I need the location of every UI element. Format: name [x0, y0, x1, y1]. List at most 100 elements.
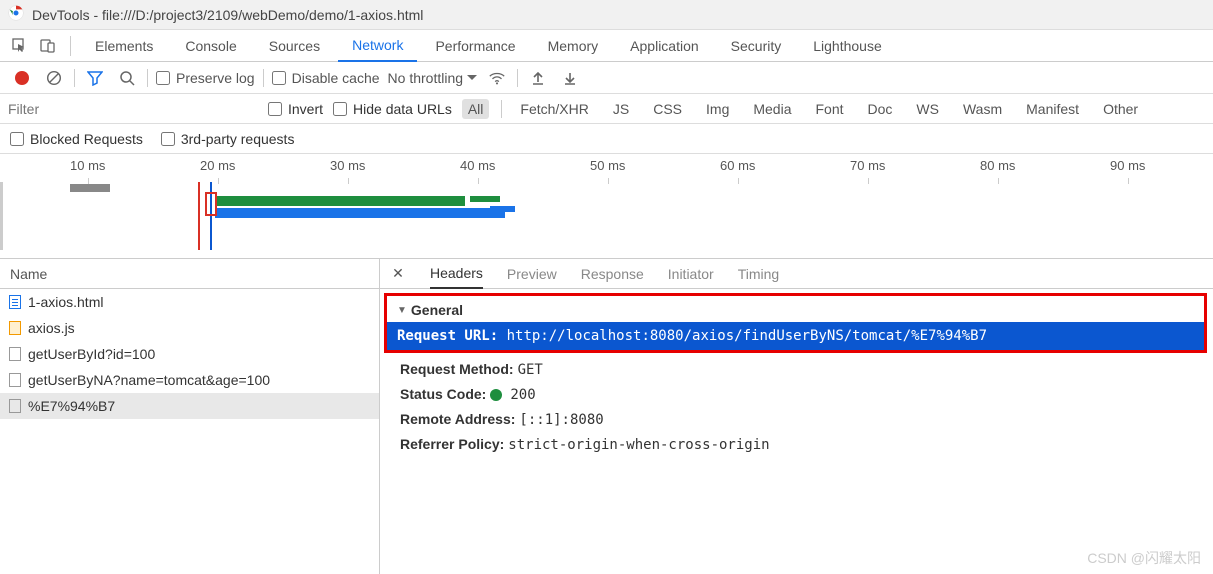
disable-cache-checkbox[interactable]: Disable cache: [272, 70, 380, 86]
filter-img[interactable]: Img: [700, 99, 735, 119]
upload-icon[interactable]: [526, 66, 550, 90]
tick-60: 60 ms: [720, 158, 755, 173]
tick-40: 40 ms: [460, 158, 495, 173]
filter-icon[interactable]: [83, 66, 107, 90]
third-party-checkbox[interactable]: 3rd-party requests: [161, 131, 295, 147]
filter-media[interactable]: Media: [747, 99, 797, 119]
status-code-row: Status Code: 200: [380, 382, 1213, 407]
filter-wasm[interactable]: Wasm: [957, 99, 1008, 119]
main-tabs: Elements Console Sources Network Perform…: [0, 30, 1213, 62]
tab-preview[interactable]: Preview: [507, 259, 557, 289]
request-list-header[interactable]: Name: [0, 259, 379, 289]
tab-sources[interactable]: Sources: [255, 30, 334, 62]
referrer-policy-row: Referrer Policy:strict-origin-when-cross…: [380, 432, 1213, 457]
download-icon[interactable]: [558, 66, 582, 90]
invert-label: Invert: [288, 101, 323, 117]
tick-70: 70 ms: [850, 158, 885, 173]
detail-body: ▼General Request URL: http://localhost:8…: [380, 289, 1213, 457]
request-row[interactable]: getUserByNA?name=tomcat&age=100: [0, 367, 379, 393]
separator: [70, 36, 71, 56]
file-icon: [8, 295, 22, 309]
separator: [74, 69, 75, 87]
file-icon: [8, 373, 22, 387]
tab-performance[interactable]: Performance: [421, 30, 529, 62]
request-name: getUserByNA?name=tomcat&age=100: [28, 372, 270, 388]
separator: [501, 100, 502, 118]
status-label: Status Code:: [400, 386, 486, 402]
tick-30: 30 ms: [330, 158, 365, 173]
tab-memory[interactable]: Memory: [534, 30, 613, 62]
filter-ws[interactable]: WS: [910, 99, 945, 119]
filter-other[interactable]: Other: [1097, 99, 1144, 119]
tab-network[interactable]: Network: [338, 30, 417, 62]
filter-fetch-xhr[interactable]: Fetch/XHR: [514, 99, 594, 119]
window-title: DevTools - file:///D:/project3/2109/webD…: [32, 7, 423, 23]
referrer-label: Referrer Policy:: [400, 436, 504, 452]
record-icon[interactable]: [10, 66, 34, 90]
filter-row: Invert Hide data URLs All Fetch/XHR JS C…: [0, 94, 1213, 124]
inspect-icon[interactable]: [8, 34, 32, 58]
general-section-title[interactable]: ▼General: [397, 302, 1194, 318]
detail-panel: ✕ Headers Preview Response Initiator Tim…: [380, 259, 1213, 574]
request-method-row: Request Method:GET: [380, 357, 1213, 382]
preserve-log-checkbox[interactable]: Preserve log: [156, 70, 255, 86]
close-icon[interactable]: ✕: [390, 265, 406, 282]
watermark: CSDN @闪耀太阳: [1087, 548, 1201, 568]
filter-js[interactable]: JS: [607, 99, 635, 119]
filter-input[interactable]: [8, 101, 258, 117]
type-filters: All Fetch/XHR JS CSS Img Media Font Doc …: [462, 99, 1144, 119]
tab-initiator[interactable]: Initiator: [668, 259, 714, 289]
request-row[interactable]: 1-axios.html: [0, 289, 379, 315]
tab-console[interactable]: Console: [171, 30, 250, 62]
tab-headers[interactable]: Headers: [430, 259, 483, 289]
method-value: GET: [518, 362, 543, 378]
filter-css[interactable]: CSS: [647, 99, 688, 119]
highlight-box: ▼General Request URL: http://localhost:8…: [384, 293, 1207, 353]
clear-icon[interactable]: [42, 66, 66, 90]
detail-tabs: ✕ Headers Preview Response Initiator Tim…: [380, 259, 1213, 289]
filter-all[interactable]: All: [462, 99, 490, 119]
blocked-label: Blocked Requests: [30, 131, 143, 147]
file-icon: [8, 399, 22, 413]
filter-doc[interactable]: Doc: [862, 99, 899, 119]
tab-timing[interactable]: Timing: [738, 259, 780, 289]
tab-application[interactable]: Application: [616, 30, 713, 62]
throttling-value: No throttling: [388, 70, 463, 86]
tab-response[interactable]: Response: [581, 259, 644, 289]
tab-lighthouse[interactable]: Lighthouse: [799, 30, 896, 62]
tick-10: 10 ms: [70, 158, 105, 173]
request-row[interactable]: %E7%94%B7: [0, 393, 379, 419]
hide-data-urls-checkbox[interactable]: Hide data URLs: [333, 101, 452, 117]
tab-security[interactable]: Security: [717, 30, 796, 62]
invert-checkbox[interactable]: Invert: [268, 101, 323, 117]
disable-cache-label: Disable cache: [292, 70, 380, 86]
network-toolbar: Preserve log Disable cache No throttling: [0, 62, 1213, 94]
wifi-icon[interactable]: [485, 66, 509, 90]
triangle-down-icon: ▼: [397, 305, 407, 316]
separator: [147, 69, 148, 87]
request-row[interactable]: axios.js: [0, 315, 379, 341]
method-label: Request Method:: [400, 361, 514, 377]
device-toggle-icon[interactable]: [36, 34, 60, 58]
request-list: Name 1-axios.html axios.js getUserById?i…: [0, 259, 380, 574]
remote-label: Remote Address:: [400, 411, 515, 427]
chevron-down-icon: [467, 75, 477, 85]
tick-50: 50 ms: [590, 158, 625, 173]
separator: [517, 69, 518, 87]
filter-font[interactable]: Font: [810, 99, 850, 119]
titlebar: DevTools - file:///D:/project3/2109/webD…: [0, 0, 1213, 30]
filter-manifest[interactable]: Manifest: [1020, 99, 1085, 119]
js-file-icon: [8, 321, 22, 335]
status-dot-icon: [490, 389, 502, 401]
remote-address-row: Remote Address:[::1]:8080: [380, 407, 1213, 432]
blocked-requests-checkbox[interactable]: Blocked Requests: [10, 131, 143, 147]
timeline-overview[interactable]: 10 ms 20 ms 30 ms 40 ms 50 ms 60 ms 70 m…: [0, 154, 1213, 259]
search-icon[interactable]: [115, 66, 139, 90]
status-value: 200: [510, 387, 535, 403]
tick-90: 90 ms: [1110, 158, 1145, 173]
request-row[interactable]: getUserById?id=100: [0, 341, 379, 367]
tab-elements[interactable]: Elements: [81, 30, 167, 62]
request-url-label: Request URL:: [397, 328, 498, 344]
separator: [263, 69, 264, 87]
throttling-select[interactable]: No throttling: [388, 70, 477, 86]
